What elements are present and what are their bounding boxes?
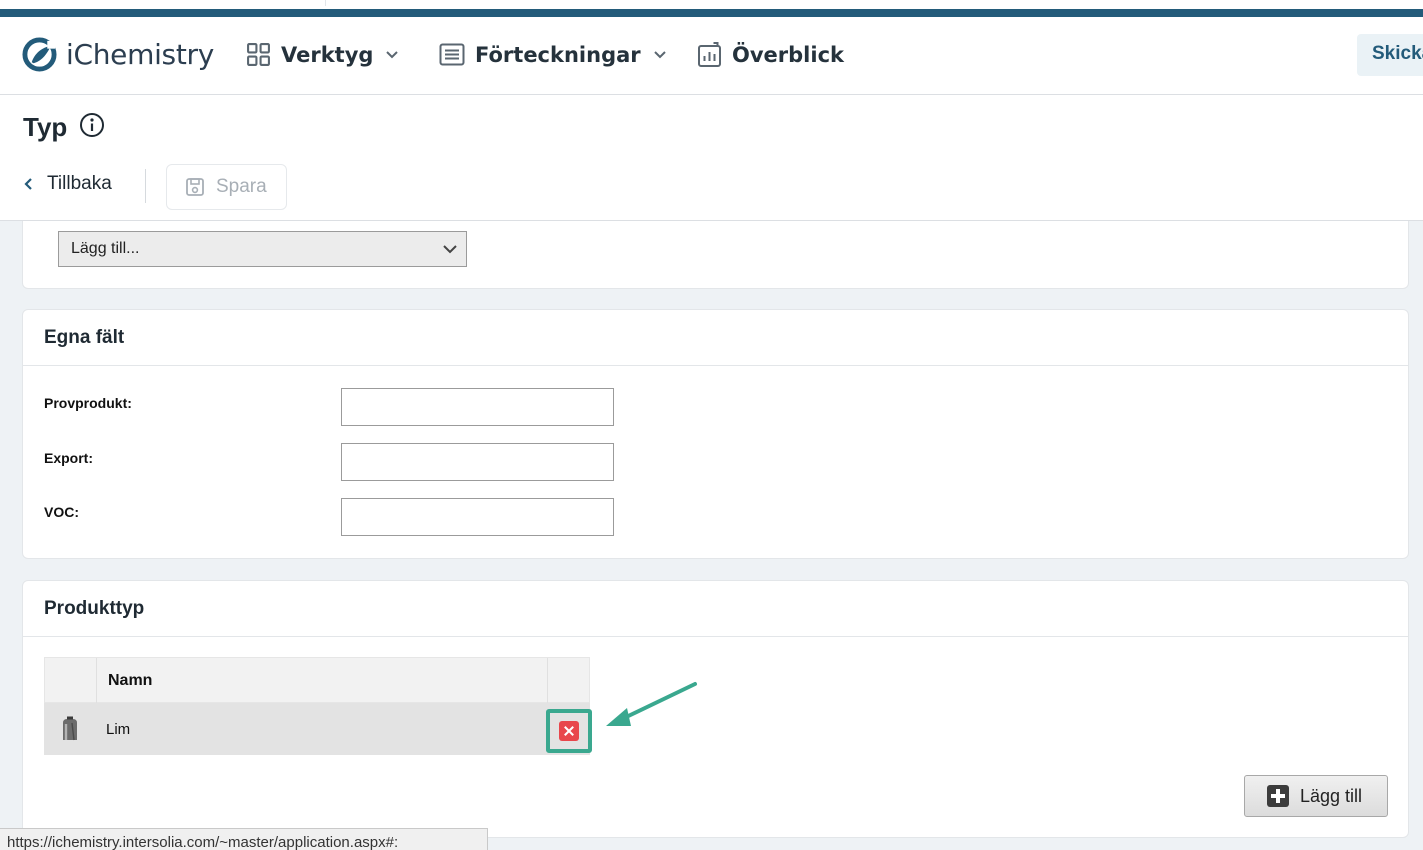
produkttyp-title: Produkttyp bbox=[23, 581, 1408, 637]
table-header: Namn bbox=[44, 657, 590, 703]
nav-verktyg-label: Verktyg bbox=[281, 42, 374, 67]
row-name: Lim bbox=[106, 721, 131, 738]
list-icon bbox=[439, 43, 465, 66]
add-select[interactable]: Lägg till... bbox=[58, 231, 467, 267]
add-select-value: Lägg till... bbox=[71, 240, 140, 257]
add-panel: Lägg till... bbox=[22, 221, 1409, 289]
delete-highlight bbox=[546, 709, 592, 753]
column-divider bbox=[547, 658, 548, 703]
toolbar-divider bbox=[145, 169, 146, 203]
add-label: Lägg till bbox=[1300, 785, 1363, 806]
field-label-export: Export: bbox=[44, 450, 93, 466]
back-label: Tillbaka bbox=[47, 173, 112, 194]
voc-input[interactable] bbox=[341, 498, 614, 536]
delete-icon[interactable] bbox=[559, 721, 579, 741]
back-button[interactable]: Tillbaka bbox=[23, 173, 112, 195]
egna-falt-panel: Egna fält Provprodukt: Export: VOC: bbox=[22, 309, 1409, 559]
browser-tab-strip bbox=[0, 0, 1423, 9]
chevron-down-icon bbox=[386, 50, 399, 58]
logo-text: iChemistry bbox=[66, 38, 215, 71]
nav-forteckningar-label: Förteckningar bbox=[475, 42, 641, 67]
produkttyp-panel: Produkttyp Namn Lim Lägg till bbox=[22, 580, 1409, 838]
info-icon[interactable] bbox=[79, 112, 105, 138]
produkttyp-table: Namn Lim bbox=[44, 657, 592, 755]
page-toolbar: Typ Tillbaka Spara bbox=[0, 95, 1423, 221]
column-divider bbox=[96, 658, 97, 703]
bar-chart-icon bbox=[698, 42, 721, 67]
save-label: Spara bbox=[216, 176, 267, 197]
grid-icon bbox=[247, 43, 270, 66]
field-label-voc: VOC: bbox=[44, 504, 79, 520]
tab-hint bbox=[325, 0, 1423, 6]
field-label-provprodukt: Provprodukt: bbox=[44, 395, 132, 411]
app-header: iChemistry Verktyg Förteckningar Överbli… bbox=[0, 17, 1423, 95]
column-header-namn[interactable]: Namn bbox=[108, 672, 152, 690]
floppy-disk-icon bbox=[186, 178, 204, 196]
ichemistry-logo-icon bbox=[22, 37, 57, 72]
page-title: Typ bbox=[23, 112, 68, 142]
table-row[interactable]: Lim bbox=[44, 703, 592, 755]
nav-forteckningar[interactable]: Förteckningar bbox=[439, 42, 667, 67]
nav-verktyg[interactable]: Verktyg bbox=[246, 42, 399, 67]
chevron-down-icon bbox=[443, 245, 457, 254]
chevron-left-icon bbox=[24, 178, 32, 190]
nav-overblick-label: Överblick bbox=[732, 43, 844, 67]
chevron-down-icon bbox=[653, 50, 666, 58]
plus-icon bbox=[1267, 785, 1289, 807]
add-button[interactable]: Lägg till bbox=[1244, 775, 1388, 817]
send-button[interactable]: Skicka bbox=[1357, 34, 1423, 76]
logo[interactable]: iChemistry bbox=[22, 37, 214, 72]
save-button[interactable]: Spara bbox=[166, 164, 287, 210]
brand-bar bbox=[0, 9, 1423, 17]
glue-tube-icon bbox=[63, 716, 77, 741]
annotation-arrow-icon bbox=[606, 682, 697, 726]
egna-falt-title: Egna fält bbox=[23, 310, 1408, 366]
provprodukt-input[interactable] bbox=[341, 388, 614, 426]
export-input[interactable] bbox=[341, 443, 614, 481]
nav-overblick[interactable]: Överblick bbox=[697, 42, 844, 68]
status-url: https://ichemistry.intersolia.com/~maste… bbox=[0, 828, 488, 850]
